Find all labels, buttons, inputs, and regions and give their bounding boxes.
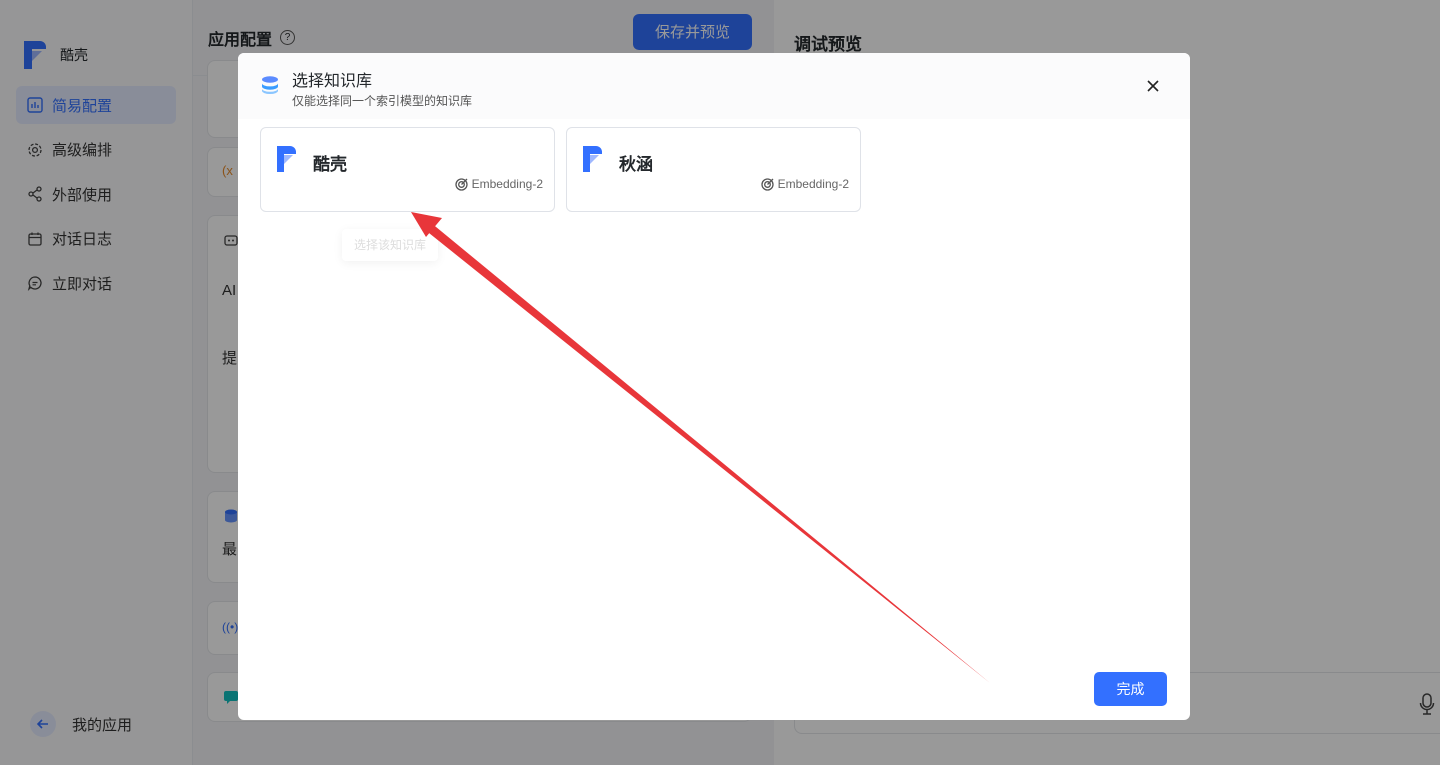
select-dataset-modal: 选择知识库 仅能选择同一个索引模型的知识库 酷壳 Embedding-2 秋涵 (238, 53, 1190, 720)
dataset-model-label: Embedding-2 (777, 177, 849, 191)
done-button[interactable]: 完成 (1094, 672, 1167, 706)
dataset-model: Embedding-2 (454, 177, 543, 191)
modal-title: 选择知识库 (292, 73, 373, 90)
dataset-card[interactable]: 秋涵 Embedding-2 (566, 127, 861, 212)
dataset-name: 酷壳 (313, 155, 347, 174)
dataset-tooltip: 选择该知识库 (342, 229, 439, 261)
dataset-logo-icon (582, 145, 604, 178)
target-icon (454, 177, 468, 191)
database-icon (260, 75, 280, 100)
modal-header: 选择知识库 仅能选择同一个索引模型的知识库 (238, 53, 1190, 119)
dataset-card[interactable]: 酷壳 Embedding-2 (260, 127, 555, 212)
dataset-name: 秋涵 (619, 155, 653, 174)
close-icon[interactable] (1144, 77, 1162, 95)
modal-subtitle: 仅能选择同一个索引模型的知识库 (292, 94, 473, 108)
dataset-model-label: Embedding-2 (471, 177, 543, 191)
dataset-model: Embedding-2 (760, 177, 849, 191)
dataset-logo-icon (276, 145, 298, 178)
target-icon (760, 177, 774, 191)
